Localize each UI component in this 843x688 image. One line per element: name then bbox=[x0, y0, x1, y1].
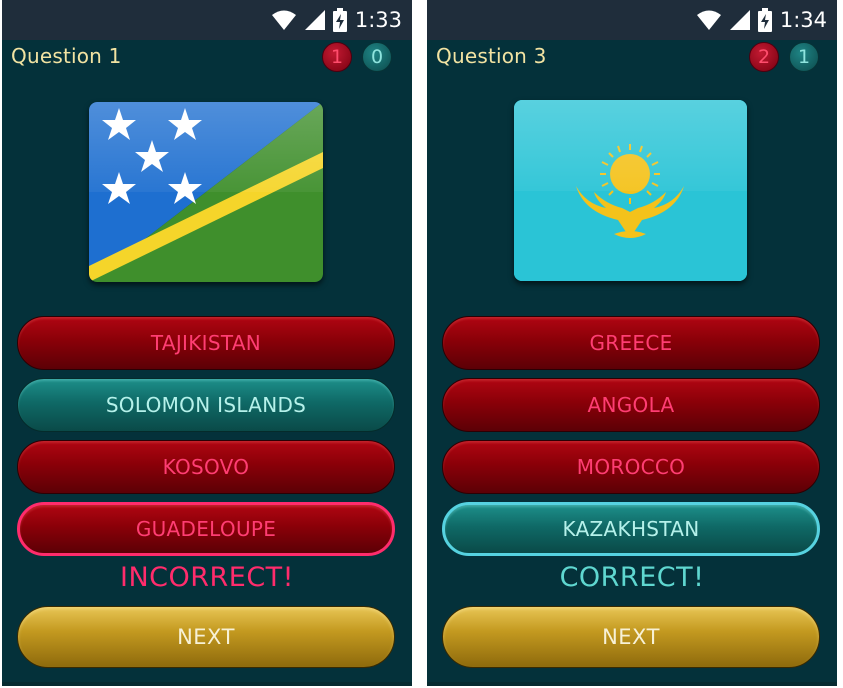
status-bar: 1:34 bbox=[427, 0, 837, 40]
result-message: INCORRECT! bbox=[119, 562, 294, 593]
answer-option-3[interactable]: KOSOVO bbox=[17, 440, 395, 494]
screenshot-divider bbox=[412, 0, 427, 688]
status-icons: 1:33 bbox=[271, 6, 402, 34]
status-time: 1:33 bbox=[354, 8, 402, 32]
quiz-screen-left: 1:33 Question 1 1 0 TAJIKISTAN SOLOMON I… bbox=[2, 0, 412, 686]
battery-charging-icon bbox=[757, 8, 772, 32]
quiz-screen-right: 1:34 Question 3 2 1 GREECE ANGOLA MOROCC… bbox=[427, 0, 837, 686]
signal-icon bbox=[304, 10, 325, 30]
wrong-count-badge: 1 bbox=[322, 42, 352, 72]
question-number: Question 1 bbox=[11, 44, 122, 68]
next-button[interactable]: NEXT bbox=[442, 606, 820, 668]
signal-icon bbox=[729, 10, 750, 30]
result-message: CORRECT! bbox=[559, 562, 705, 593]
answer-option-2[interactable]: SOLOMON ISLANDS bbox=[17, 378, 395, 432]
correct-count-badge: 0 bbox=[362, 42, 392, 72]
answer-option-1[interactable]: GREECE bbox=[442, 316, 820, 370]
status-time: 1:34 bbox=[779, 8, 827, 32]
quiz-header: Question 1 1 0 bbox=[2, 40, 412, 76]
wifi-icon bbox=[696, 10, 721, 30]
quiz-header: Question 3 2 1 bbox=[427, 40, 837, 76]
answer-option-3[interactable]: MOROCCO bbox=[442, 440, 820, 494]
bottom-strip bbox=[2, 682, 412, 686]
correct-count-badge: 1 bbox=[789, 42, 819, 72]
wifi-icon bbox=[271, 10, 296, 30]
kazakhstan-flag-icon bbox=[514, 100, 747, 281]
bottom-strip bbox=[427, 682, 837, 686]
status-icons: 1:34 bbox=[696, 6, 827, 34]
battery-charging-icon bbox=[332, 8, 347, 32]
page-edge bbox=[837, 0, 843, 688]
answer-option-2[interactable]: ANGOLA bbox=[442, 378, 820, 432]
question-number: Question 3 bbox=[436, 44, 547, 68]
answer-option-1[interactable]: TAJIKISTAN bbox=[17, 316, 395, 370]
status-bar: 1:33 bbox=[2, 0, 412, 40]
wrong-count-badge: 2 bbox=[749, 42, 779, 72]
next-button[interactable]: NEXT bbox=[17, 606, 395, 668]
solomon-islands-flag-icon bbox=[89, 102, 323, 282]
answer-option-4[interactable]: KAZAKHSTAN bbox=[442, 502, 820, 556]
answer-option-4[interactable]: GUADELOUPE bbox=[17, 502, 395, 556]
